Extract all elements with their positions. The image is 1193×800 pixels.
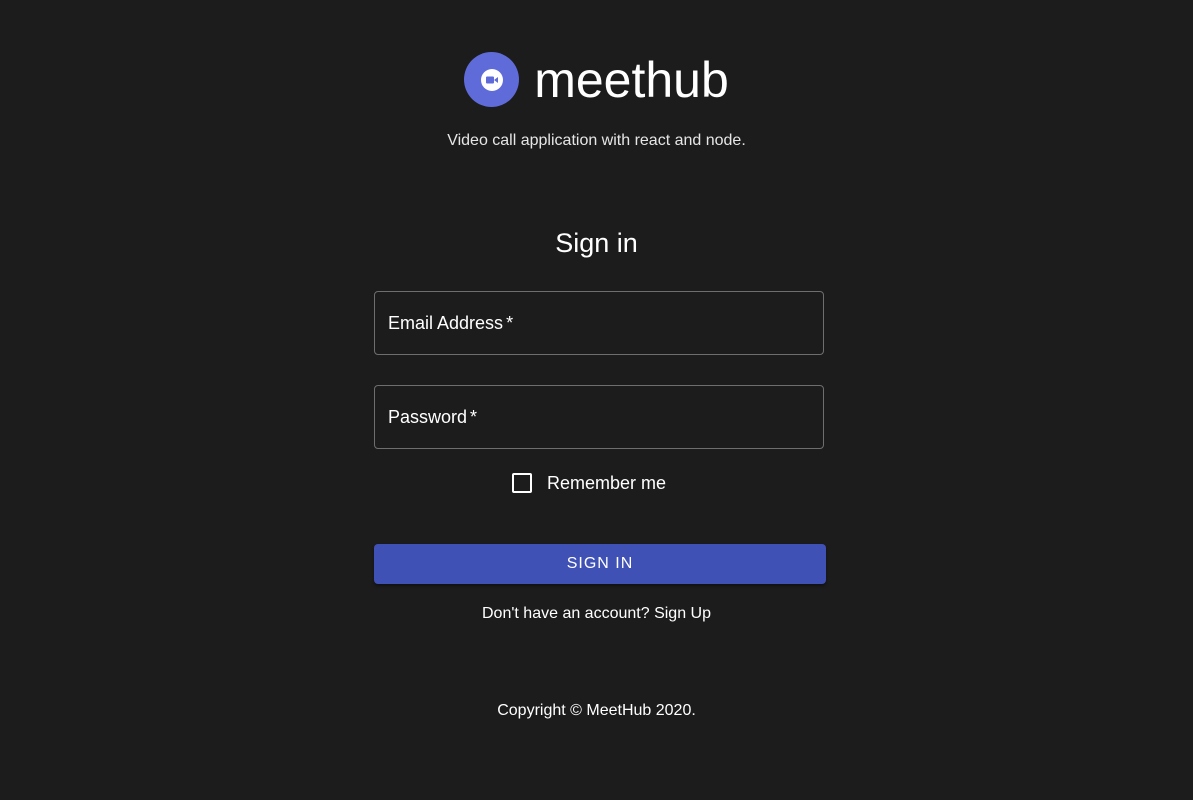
remember-me-checkbox[interactable] — [512, 473, 532, 493]
email-input[interactable] — [375, 292, 823, 354]
tagline: Video call application with react and no… — [447, 132, 746, 149]
sign-in-button[interactable]: SIGN IN — [374, 544, 826, 584]
email-field[interactable]: Email Address * — [374, 291, 824, 355]
sign-in-page: meethub Video call application with reac… — [0, 0, 1193, 800]
sign-up-link[interactable]: Don't have an account? Sign Up — [0, 605, 1193, 623]
remember-me[interactable]: Remember me — [512, 472, 666, 494]
page-title: Sign in — [555, 228, 638, 258]
video-camera-icon — [464, 52, 520, 107]
remember-me-label: Remember me — [547, 472, 667, 493]
brand-name: meethub — [534, 51, 729, 108]
brand-header: meethub — [0, 52, 1193, 107]
copyright: Copyright © MeetHub 2020. — [497, 702, 696, 719]
password-field[interactable]: Password * — [374, 385, 824, 449]
password-input[interactable] — [375, 386, 823, 448]
